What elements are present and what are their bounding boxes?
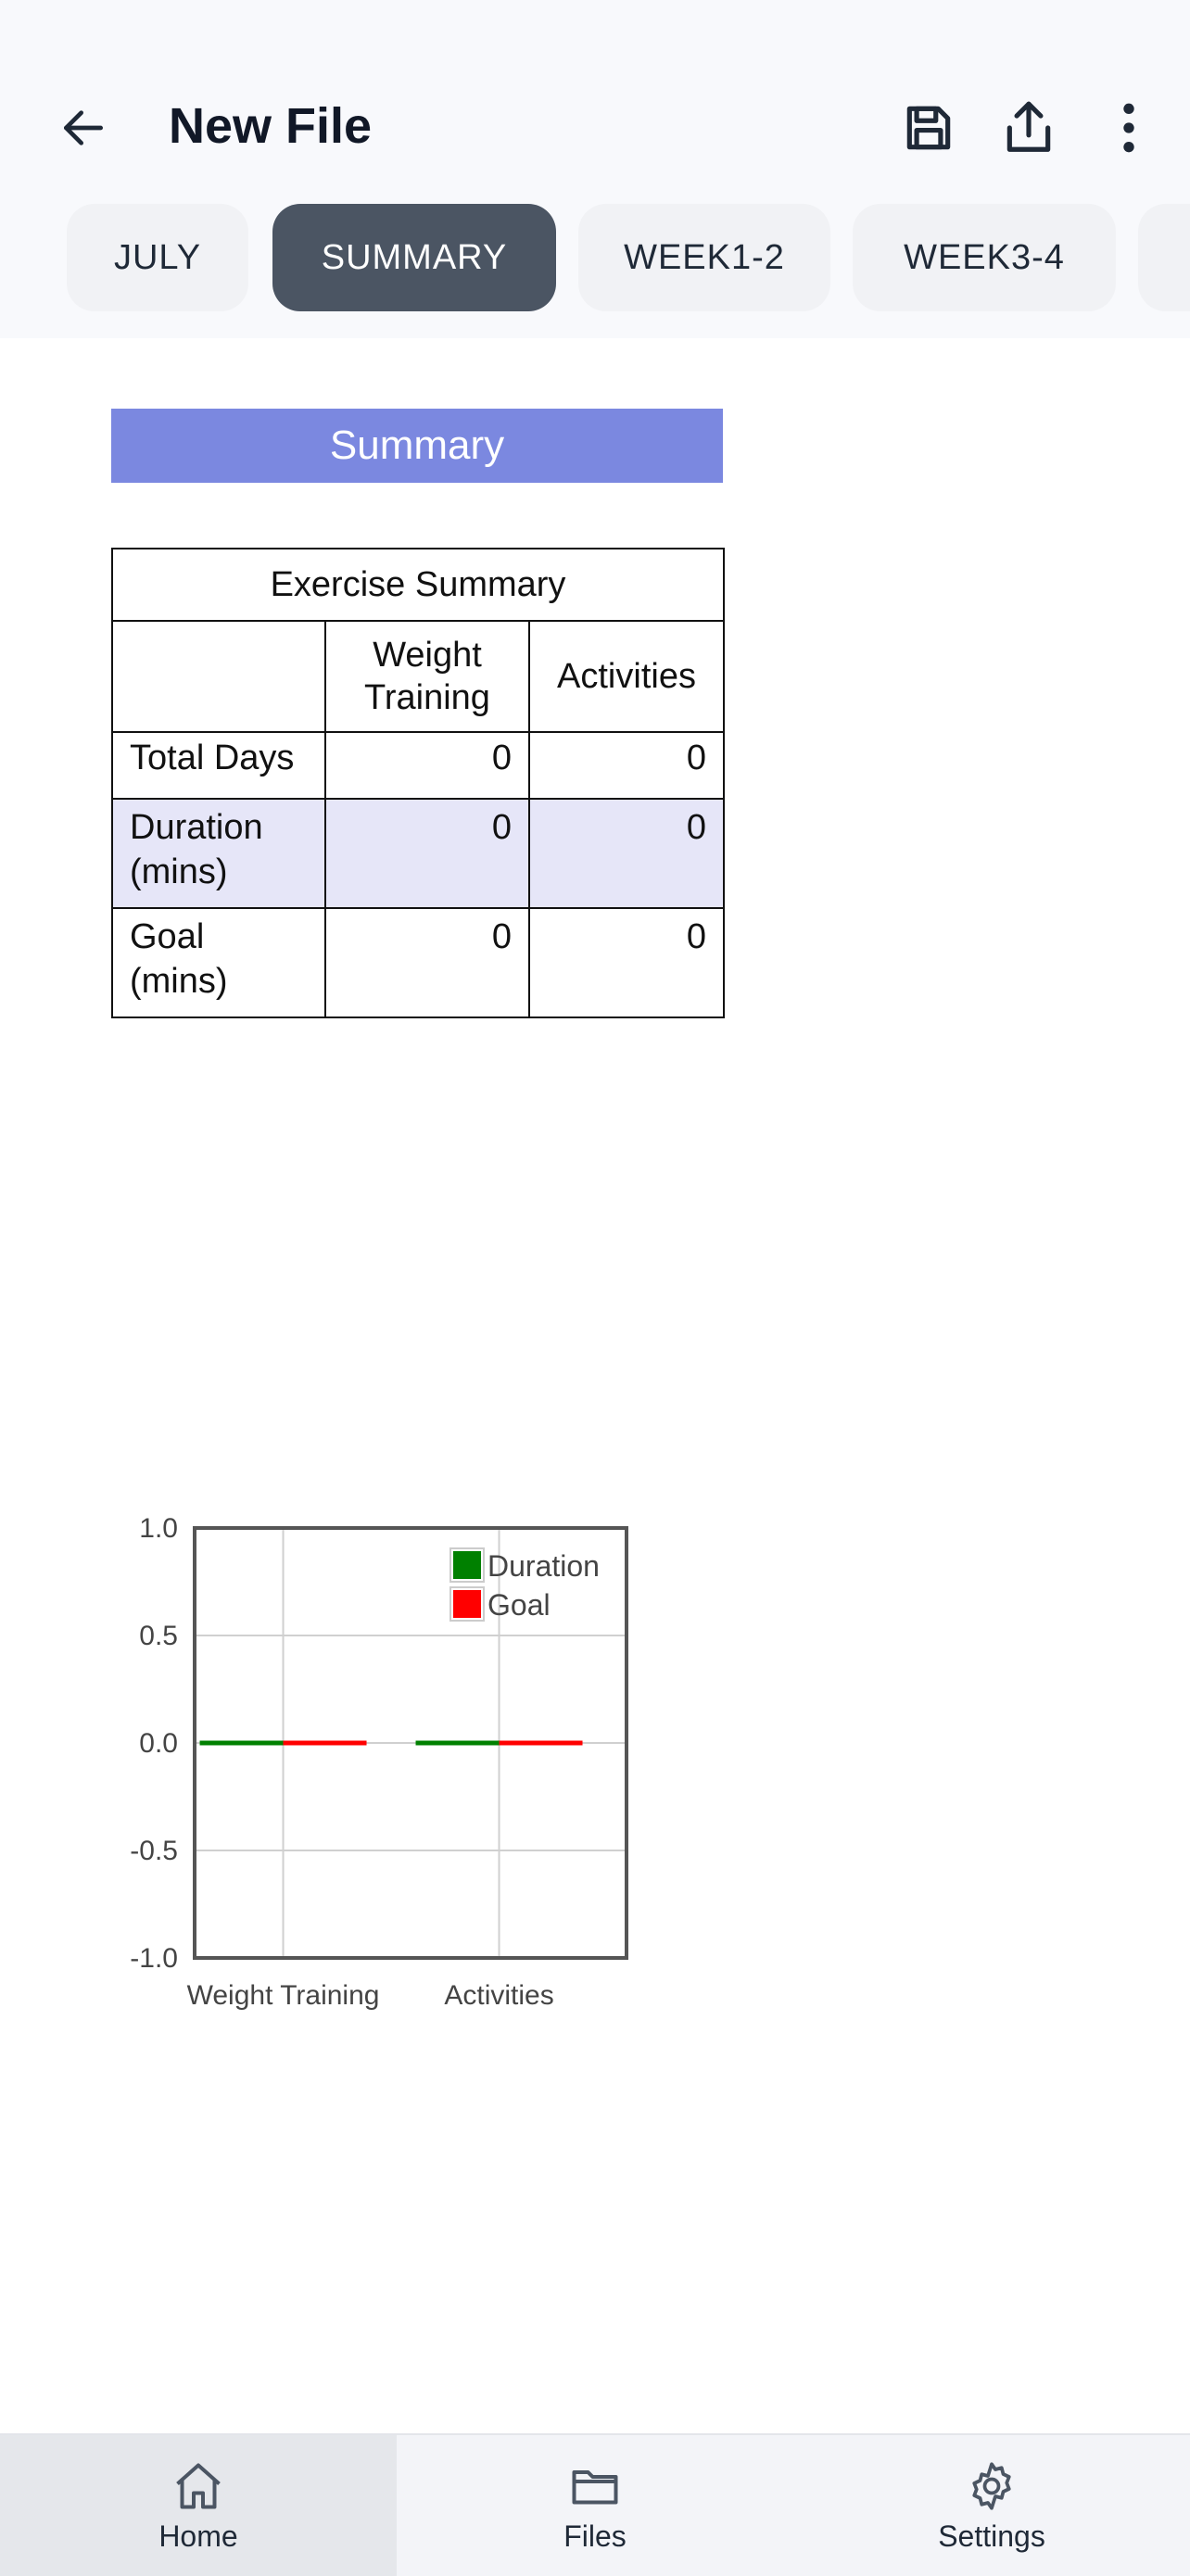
cell-weight-training[interactable]: 0 [324, 731, 530, 800]
page-title: New File [169, 98, 373, 154]
legend-label: Duration [487, 1549, 600, 1583]
exercise-chart: 1.0 0.5 0.0 -0.5 -1.0 Weight Training Activiti… [93, 1487, 667, 2043]
table-title: Exercise Summary [111, 548, 725, 622]
row-label: Goal (mins) [111, 907, 326, 1018]
table-row: Total Days 0 0 [111, 731, 725, 800]
cell-activities[interactable]: 0 [528, 798, 725, 909]
nav-files[interactable]: Files [397, 2435, 793, 2576]
folder-icon [572, 2469, 618, 2504]
app-bar: New File JULY SUMMARY WEEK1-2 WEEK3-4 [0, 0, 1190, 338]
x-tick-label: Weight Training [187, 1980, 380, 2011]
bottom-nav: Home Files Settings [0, 2433, 1190, 2576]
row-label: Total Days [111, 731, 326, 800]
table-row: Goal (mins) 0 0 [111, 907, 725, 1018]
more-vertical-icon [1123, 103, 1134, 153]
nav-settings-label: Settings [938, 2519, 1045, 2553]
home-icon [176, 2463, 221, 2508]
gear-icon [972, 2461, 1011, 2510]
tab-summary[interactable]: SUMMARY [272, 204, 556, 311]
tab-week3-4[interactable]: WEEK3-4 [853, 204, 1116, 311]
y-tick-label: 0.0 [139, 1728, 178, 1759]
nav-home-label: Home [158, 2519, 238, 2553]
table-header-empty [111, 620, 326, 733]
bar-duration [415, 1740, 500, 1746]
table-header-activities: Activities [528, 620, 725, 733]
tab-july[interactable]: JULY [67, 204, 248, 311]
table-header-weight-training: Weight Training [324, 620, 530, 733]
bar-goal [499, 1740, 583, 1746]
tab-overflow[interactable] [1138, 204, 1190, 311]
chart-svg: 1.0 0.5 0.0 -0.5 -1.0 Weight Training Activiti… [130, 1513, 628, 2011]
arrow-left-icon [64, 110, 103, 145]
y-tick-label: -0.5 [130, 1836, 178, 1866]
tab-week1-2[interactable]: WEEK1-2 [578, 204, 830, 311]
cell-activities[interactable]: 0 [528, 731, 725, 800]
y-tick-label: 0.5 [139, 1621, 178, 1651]
cell-weight-training[interactable]: 0 [324, 798, 530, 909]
bar-goal [283, 1740, 367, 1746]
legend-swatch-duration [453, 1551, 481, 1579]
share-icon [1006, 101, 1051, 152]
nav-home[interactable]: Home [0, 2435, 397, 2576]
row-label: Duration (mins) [111, 798, 326, 909]
y-tick-label: 1.0 [139, 1513, 178, 1544]
cell-activities[interactable]: 0 [528, 907, 725, 1018]
y-tick-label: -1.0 [130, 1943, 178, 1974]
share-button[interactable] [994, 93, 1064, 163]
exercise-summary-table: Exercise Summary Weight Training Activit… [111, 548, 725, 1018]
bar-duration [199, 1740, 284, 1746]
summary-banner: Summary [111, 409, 723, 483]
more-options-button[interactable] [1094, 93, 1164, 163]
legend-swatch-goal [453, 1590, 481, 1618]
sheet-tabs: JULY SUMMARY WEEK1-2 WEEK3-4 [0, 202, 1190, 315]
nav-files-label: Files [563, 2519, 627, 2553]
nav-settings[interactable]: Settings [793, 2435, 1190, 2576]
save-icon [906, 106, 951, 150]
cell-weight-training[interactable]: 0 [324, 907, 530, 1018]
legend-label: Goal [487, 1588, 551, 1622]
back-button[interactable] [48, 93, 119, 163]
save-button[interactable] [893, 93, 964, 163]
table-row: Duration (mins) 0 0 [111, 798, 725, 909]
x-tick-label: Activities [444, 1980, 553, 2011]
